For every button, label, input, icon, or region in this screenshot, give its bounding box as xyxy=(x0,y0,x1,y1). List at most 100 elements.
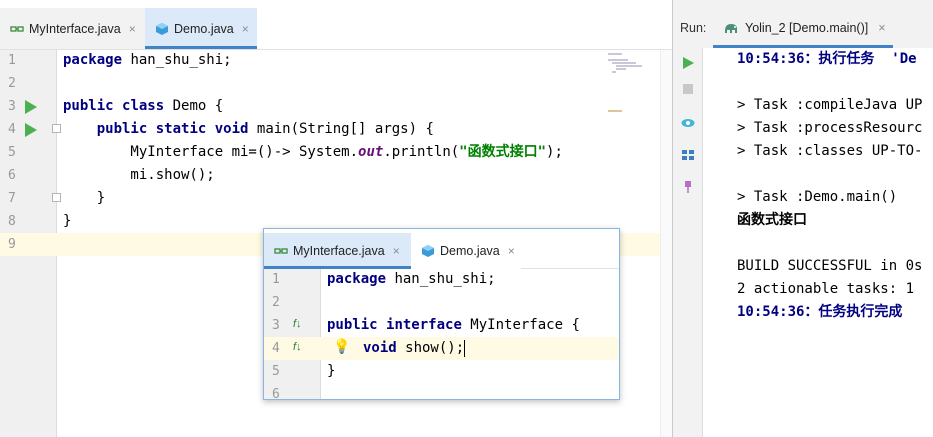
tab-label: Demo.java xyxy=(440,244,500,258)
popup-tab-bar: MyInterface.java × Demo.java × xyxy=(264,229,619,269)
code-segment: show(); xyxy=(396,340,465,356)
console-line: > Task :classes UP-TO- xyxy=(737,143,923,159)
run-header: Run: Yolin_2 [Demo.main()] × xyxy=(673,0,933,48)
keyword: static xyxy=(155,121,207,137)
gradle-elephant-icon xyxy=(725,24,737,33)
code-line[interactable]: 4 public static void main(String[] args)… xyxy=(0,118,672,141)
code-line[interactable]: 3 public class Demo { xyxy=(0,95,672,118)
class-file-icon xyxy=(422,245,434,257)
keyword: class xyxy=(122,98,165,114)
editor-tab-bar: MyInterface.java × Demo.java × xyxy=(0,0,672,50)
line-number: 2 xyxy=(8,76,16,91)
class-file-icon xyxy=(156,22,168,35)
current-code-line[interactable]: 4 f↓ 💡 void show(); xyxy=(264,337,619,360)
line-number: 5 xyxy=(272,364,280,379)
interface-file-icon xyxy=(274,248,288,254)
code-text: public static void main(String[] args) { xyxy=(63,118,434,141)
run-config-tab[interactable]: Yolin_2 [Demo.main()] × xyxy=(713,8,893,48)
line-number: 8 xyxy=(8,214,16,229)
keyword: void xyxy=(363,340,397,356)
line-number: 7 xyxy=(8,191,16,206)
tab-demo-java[interactable]: Demo.java × xyxy=(411,233,521,269)
implemented-by-icon[interactable]: f↓ xyxy=(293,318,302,330)
stop-icon[interactable] xyxy=(681,82,695,96)
console-line: 10:54:36：执行任务 'De xyxy=(737,51,917,67)
text-caret xyxy=(464,339,466,357)
line-number: 3 xyxy=(8,99,16,114)
code-line[interactable]: 1 package han_shu_shi; xyxy=(0,49,672,72)
code-segment: ); xyxy=(546,144,563,160)
code-segment: Demo { xyxy=(164,98,224,114)
line-number: 6 xyxy=(272,387,280,400)
code-text: MyInterface mi=()-> System.out.println("… xyxy=(63,141,563,164)
line-number: 5 xyxy=(8,145,16,160)
console-line: 10:54:36：任务执行完成 xyxy=(737,304,903,320)
keyword: void xyxy=(214,121,249,137)
tab-myinterface-java[interactable]: MyInterface.java × xyxy=(264,233,411,269)
tab-label: Demo.java xyxy=(174,21,234,36)
run-toolbar xyxy=(673,48,703,437)
implemented-by-icon[interactable]: f↓ xyxy=(293,341,302,353)
close-icon[interactable]: × xyxy=(393,244,400,258)
run-icon[interactable] xyxy=(681,56,695,70)
code-line[interactable]: 5 MyInterface mi=()-> System.out.println… xyxy=(0,141,672,164)
console-line: > Task :compileJava UP xyxy=(737,97,923,113)
run-label: Run: xyxy=(680,21,707,35)
run-tab-label: Yolin_2 [Demo.main()] xyxy=(745,21,869,35)
code-text: mi.show(); xyxy=(63,167,215,183)
close-icon[interactable]: × xyxy=(508,244,515,258)
code-line[interactable]: 6 xyxy=(264,383,619,400)
fold-marker-icon[interactable] xyxy=(52,124,61,133)
line-number: 4 xyxy=(8,122,16,137)
run-gutter-icon[interactable] xyxy=(25,100,37,114)
line-number: 6 xyxy=(8,168,16,183)
keyword: public xyxy=(63,98,114,114)
code-line[interactable]: 1 package han_shu_shi; xyxy=(264,268,619,291)
keyword: public xyxy=(327,317,378,333)
code-line[interactable]: 7 } xyxy=(0,187,672,210)
code-line[interactable]: 5 } xyxy=(264,360,619,383)
line-number: 9 xyxy=(8,237,16,252)
fold-marker-icon[interactable] xyxy=(52,193,61,202)
code-line[interactable]: 3 f↓ public interface MyInterface { xyxy=(264,314,619,337)
popup-editor-window[interactable]: MyInterface.java × Demo.java × 1 package… xyxy=(263,228,620,400)
tab-myinterface-java[interactable]: MyInterface.java × xyxy=(0,8,145,49)
run-gutter-icon[interactable] xyxy=(25,123,37,137)
editor-scrollbar[interactable] xyxy=(660,50,672,437)
console-line: 函数式接口 xyxy=(737,212,807,228)
tab-label: MyInterface.java xyxy=(29,21,121,36)
keyword: public xyxy=(96,121,148,137)
code-line[interactable]: 6 mi.show(); xyxy=(0,164,672,187)
layout-icon[interactable] xyxy=(681,148,695,162)
code-text: void show(); xyxy=(363,337,466,360)
console-line: > Task :processResourc xyxy=(737,120,923,136)
keyword: package xyxy=(327,271,387,287)
console-line: BUILD SUCCESSFUL in 0s xyxy=(737,258,923,274)
close-icon[interactable]: × xyxy=(129,22,136,36)
code-segment: .println( xyxy=(383,144,460,160)
line-number: 1 xyxy=(272,272,280,287)
code-segment: han_shu_shi; xyxy=(386,271,496,287)
eye-icon[interactable] xyxy=(681,116,695,130)
line-number: 2 xyxy=(272,295,280,310)
string-literal: "函数式接口" xyxy=(459,144,547,160)
keyword: package xyxy=(63,52,123,68)
code-segment: han_shu_shi; xyxy=(122,52,232,68)
code-line[interactable]: 2 xyxy=(0,72,672,95)
console-line: > Task :Demo.main() xyxy=(737,189,898,205)
close-icon[interactable]: × xyxy=(242,22,249,36)
scroll-marker xyxy=(608,110,622,112)
lightbulb-icon[interactable]: 💡 xyxy=(333,338,350,355)
code-minimap[interactable] xyxy=(606,50,644,80)
code-line[interactable]: 2 xyxy=(264,291,619,314)
tab-demo-java[interactable]: Demo.java × xyxy=(145,8,257,49)
line-number: 1 xyxy=(8,53,16,68)
code-segment: MyInterface { xyxy=(461,317,580,333)
pin-icon[interactable] xyxy=(681,180,695,194)
close-icon[interactable]: × xyxy=(878,21,885,35)
console-line: 2 actionable tasks: 1 xyxy=(737,281,915,297)
code-segment: main(String[] args) { xyxy=(248,121,434,137)
run-panel: Run: Yolin_2 [Demo.main()] × 10:54:36：执行… xyxy=(672,0,933,437)
code-text: } xyxy=(327,363,336,379)
